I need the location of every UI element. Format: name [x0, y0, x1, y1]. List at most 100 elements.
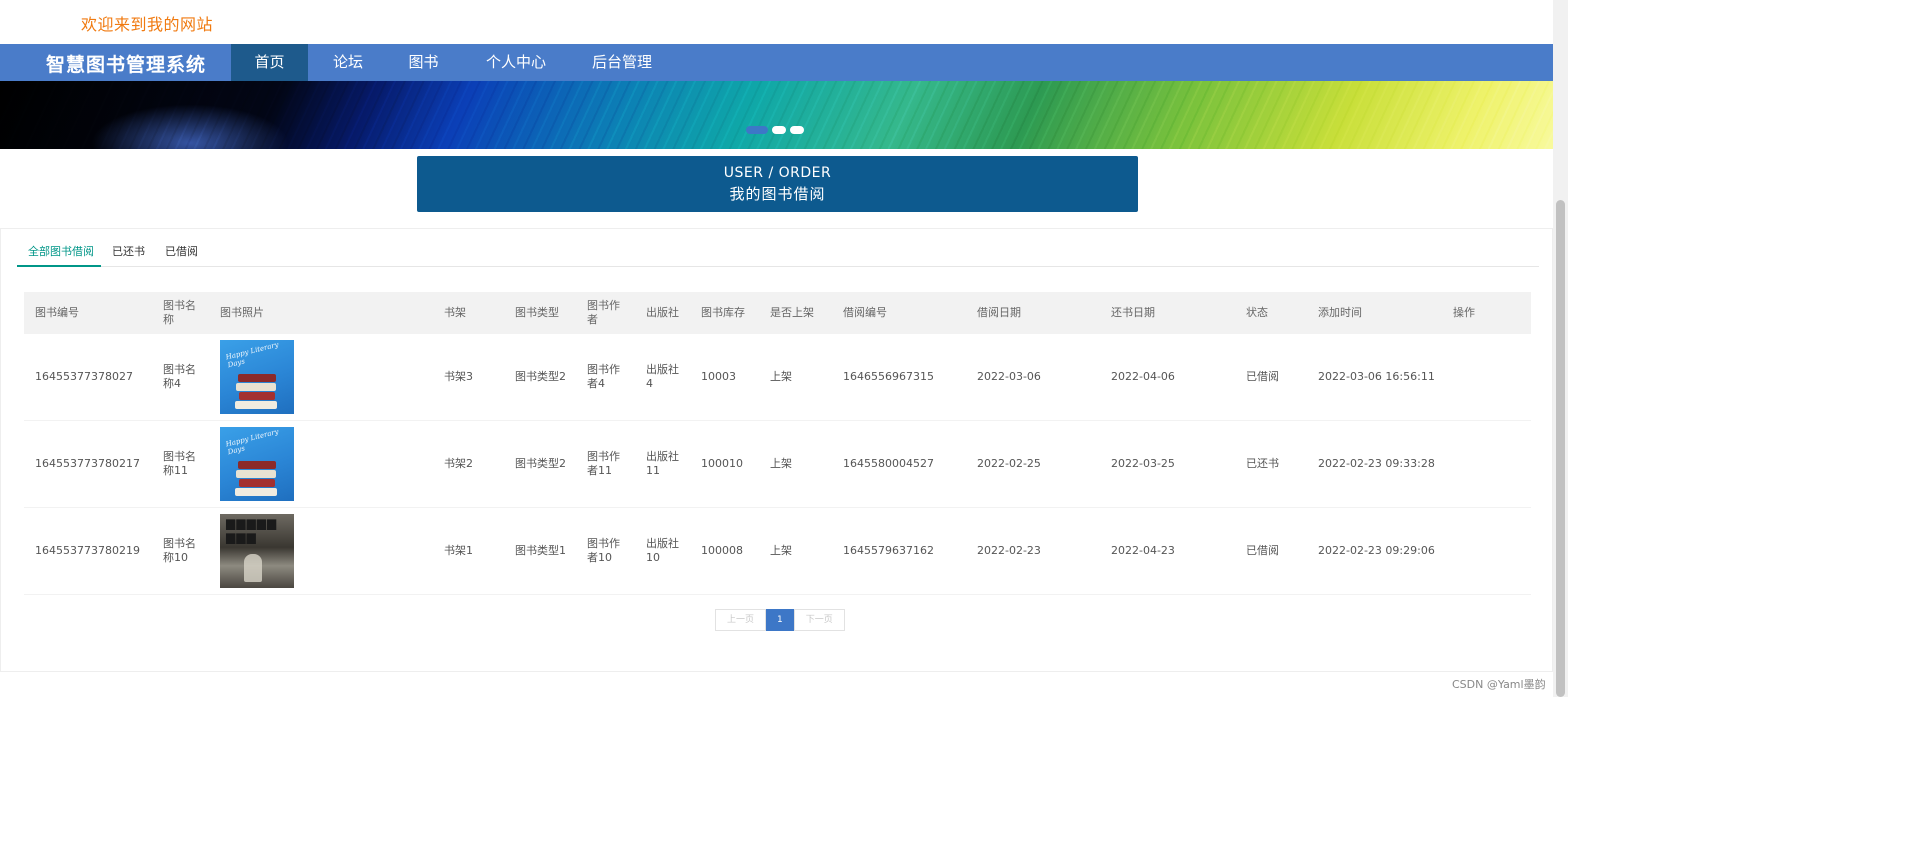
cell-borrow-date: 2022-02-23 — [977, 544, 1041, 557]
cell-stock: 10003 — [701, 370, 736, 383]
carousel-dot-2[interactable] — [772, 126, 786, 134]
th-added-time: 添加时间 — [1318, 306, 1362, 319]
book-cover-image[interactable]: Happy Literary Days — [220, 427, 294, 501]
section-title-en: USER / ORDER — [723, 165, 832, 181]
carousel-indicators — [746, 126, 804, 134]
cell-listed: 上架 — [770, 370, 792, 383]
page-scrollbar[interactable] — [1553, 0, 1568, 697]
book-stack-graphic — [236, 470, 276, 478]
nav-item-admin[interactable]: 后台管理 — [573, 44, 671, 81]
table-header: 图书编号 图书名称 图书照片 书架 图书类型 图书作者 出版社 图书库存 是否上… — [24, 292, 1531, 334]
cell-listed: 上架 — [770, 457, 792, 470]
th-author: 图书作者 — [587, 299, 620, 326]
carousel-dot-1[interactable] — [746, 126, 768, 134]
cell-status: 已还书 — [1246, 457, 1279, 470]
pagination: 上一页 1 下一页 — [715, 609, 845, 631]
borrow-panel: 全部图书借阅 已还书 已借阅 图书编号 图书名称 图书照片 书架 图书类型 图书… — [0, 228, 1553, 672]
th-return-date: 还书日期 — [1111, 306, 1155, 319]
cell-book-no: 16455377378027 — [35, 370, 133, 383]
welcome-text: 欢迎来到我的网站 — [81, 15, 214, 34]
cover-title-graphic: ▆▆▆ — [226, 530, 257, 544]
book-cover-image[interactable]: Happy Literary Days — [220, 340, 294, 414]
top-nav: 智慧图书管理系统 首页 论坛 图书 个人中心 后台管理 — [0, 44, 1553, 81]
book-cover-image[interactable]: ▆▆▆▆▆ ▆▆▆ — [220, 514, 294, 588]
th-listed: 是否上架 — [770, 306, 814, 319]
page: 欢迎来到我的网站 智慧图书管理系统 首页 论坛 图书 个人中心 后台管理 USE… — [0, 0, 1568, 697]
site-brand[interactable]: 智慧图书管理系统 — [46, 50, 206, 77]
book-stack-graphic — [235, 488, 277, 496]
nav-item-personal-center[interactable]: 个人中心 — [467, 44, 565, 81]
cell-return-date: 2022-04-06 — [1111, 370, 1175, 383]
cell-stock: 100008 — [701, 544, 743, 557]
nav-item-home[interactable]: 首页 — [231, 44, 308, 81]
cell-status: 已借阅 — [1246, 370, 1279, 383]
th-book-name: 图书名称 — [163, 299, 196, 326]
th-borrow-date: 借阅日期 — [977, 306, 1021, 319]
cell-author: 图书作者10 — [587, 537, 620, 564]
table-row[interactable]: 164553773780219 图书名称10 ▆▆▆▆▆ ▆▆▆ 书架1 图书类… — [24, 508, 1531, 595]
cell-return-date: 2022-03-25 — [1111, 457, 1175, 470]
cell-added-time: 2022-02-23 09:29:06 — [1318, 544, 1435, 557]
cell-shelf: 书架2 — [444, 457, 473, 470]
prev-page-button[interactable]: 上一页 — [715, 609, 767, 631]
next-page-button[interactable]: 下一页 — [793, 609, 845, 631]
cell-book-name: 图书名称11 — [163, 450, 196, 477]
th-shelf: 书架 — [444, 306, 466, 319]
th-book-type: 图书类型 — [515, 306, 559, 319]
th-actions: 操作 — [1453, 306, 1475, 319]
carousel-dot-3[interactable] — [790, 126, 804, 134]
cell-book-no: 164553773780217 — [35, 457, 140, 470]
cover-figure-graphic — [244, 554, 262, 582]
cell-shelf: 书架1 — [444, 544, 473, 557]
cover-script-decoration: Happy Literary Days — [224, 340, 280, 370]
banner-carousel — [0, 81, 1553, 149]
cell-book-name: 图书名称10 — [163, 537, 196, 564]
scrollbar-thumb[interactable] — [1556, 200, 1565, 697]
cell-return-date: 2022-04-23 — [1111, 544, 1175, 557]
cell-book-no: 164553773780219 — [35, 544, 140, 557]
cover-title-graphic: ▆▆▆▆▆ — [226, 516, 278, 530]
cell-book-type: 图书类型2 — [515, 457, 566, 470]
cell-status: 已借阅 — [1246, 544, 1279, 557]
cell-shelf: 书架3 — [444, 370, 473, 383]
th-stock: 图书库存 — [701, 306, 745, 319]
book-stack-graphic — [235, 401, 277, 409]
cell-borrow-no: 1645579637162 — [843, 544, 934, 557]
tab-returned[interactable]: 已还书 — [112, 243, 145, 267]
book-stack-graphic — [236, 383, 276, 391]
th-status: 状态 — [1246, 306, 1268, 319]
cell-book-name: 图书名称4 — [163, 363, 196, 390]
cell-added-time: 2022-03-06 16:56:11 — [1318, 370, 1435, 383]
th-book-photo: 图书照片 — [220, 306, 264, 319]
section-title-box: USER / ORDER 我的图书借阅 — [417, 156, 1138, 212]
nav-item-books[interactable]: 图书 — [390, 44, 457, 81]
cell-book-type: 图书类型2 — [515, 370, 566, 383]
th-book-no: 图书编号 — [35, 306, 79, 319]
cell-borrow-date: 2022-02-25 — [977, 457, 1041, 470]
tab-all-borrows[interactable]: 全部图书借阅 — [17, 243, 101, 267]
page-number-button[interactable]: 1 — [766, 609, 794, 631]
cell-publisher: 出版社4 — [646, 363, 679, 390]
cell-publisher: 出版社11 — [646, 450, 679, 477]
book-stack-graphic — [238, 461, 276, 469]
cell-borrow-date: 2022-03-06 — [977, 370, 1041, 383]
cell-book-type: 图书类型1 — [515, 544, 566, 557]
cell-added-time: 2022-02-23 09:33:28 — [1318, 457, 1435, 470]
table-row[interactable]: 16455377378027 图书名称4 Happy Literary Days… — [24, 334, 1531, 421]
cell-stock: 100010 — [701, 457, 743, 470]
section-title-cn: 我的图书借阅 — [729, 185, 826, 203]
cell-author: 图书作者11 — [587, 450, 620, 477]
nav-item-forum[interactable]: 论坛 — [313, 44, 383, 81]
tab-borrowed[interactable]: 已借阅 — [165, 243, 198, 267]
cell-borrow-no: 1646556967315 — [843, 370, 934, 383]
th-publisher: 出版社 — [646, 306, 679, 319]
watermark-text: CSDN @Yaml墨韵 — [1452, 678, 1546, 691]
cell-publisher: 出版社10 — [646, 537, 679, 564]
borrow-tabs: 全部图书借阅 已还书 已借阅 — [17, 243, 1539, 267]
cell-listed: 上架 — [770, 544, 792, 557]
cover-script-decoration: Happy Literary Days — [224, 427, 280, 457]
th-borrow-no: 借阅编号 — [843, 306, 887, 319]
book-stack-graphic — [239, 392, 275, 400]
table-row[interactable]: 164553773780217 图书名称11 Happy Literary Da… — [24, 421, 1531, 508]
cell-author: 图书作者4 — [587, 363, 620, 390]
